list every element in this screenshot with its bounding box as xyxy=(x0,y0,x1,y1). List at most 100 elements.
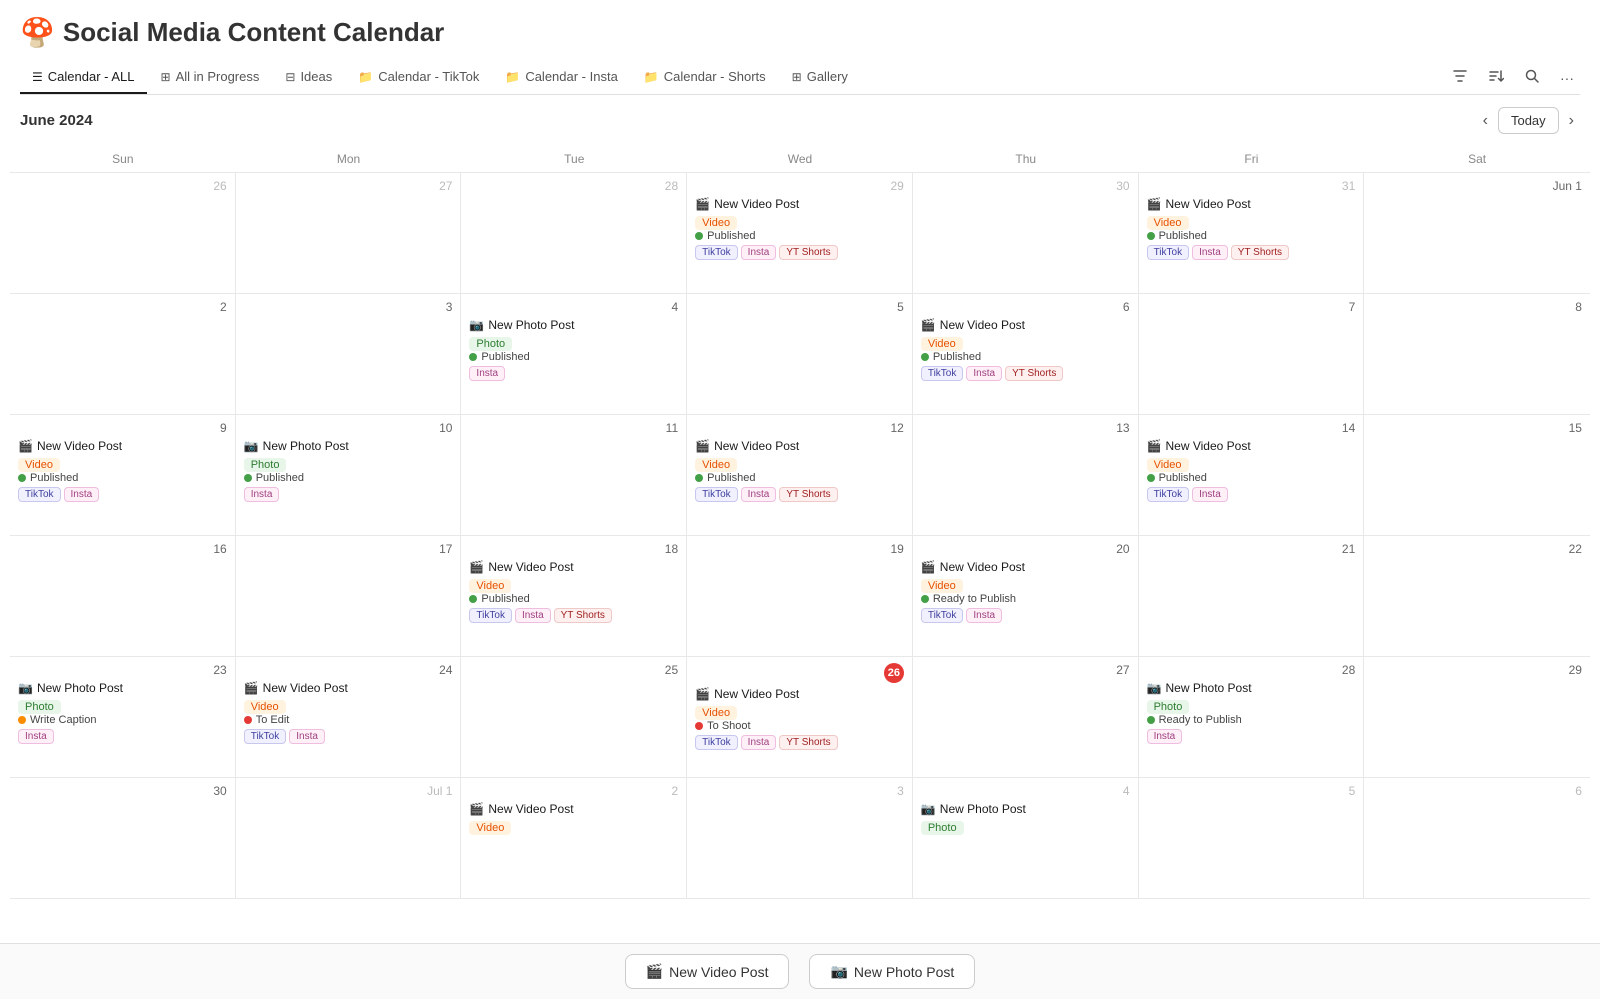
calendar-cell-4-2[interactable]: 25 xyxy=(461,657,687,777)
calendar-cell-2-5[interactable]: 14🎬New Video PostVideoPublishedTikTokIns… xyxy=(1139,415,1365,535)
platform-tag: TikTok xyxy=(1147,245,1190,260)
prev-month-button[interactable]: ‹ xyxy=(1477,108,1494,134)
calendar-cell-5-0[interactable]: 30 xyxy=(10,778,236,898)
calendar-cell-1-2[interactable]: 4📷New Photo PostPhotoPublishedInsta xyxy=(461,294,687,414)
calendar-cell-1-3[interactable]: 5 xyxy=(687,294,913,414)
event-card[interactable]: 🎬New Video PostVideoPublishedTikTokInsta… xyxy=(695,197,904,260)
platform-tags: Insta xyxy=(244,487,453,502)
status-text: Published xyxy=(1159,472,1207,484)
tab-calendar-tiktok-label: Calendar - TikTok xyxy=(378,69,479,84)
calendar-cell-0-4[interactable]: 30 xyxy=(913,173,1139,293)
event-title: 📷New Photo Post xyxy=(469,318,678,332)
day-number: 29 xyxy=(695,179,904,193)
calendar-cell-1-0[interactable]: 2 xyxy=(10,294,236,414)
search-icon xyxy=(1524,68,1540,84)
filter-button[interactable] xyxy=(1446,64,1474,91)
status-dot xyxy=(1147,232,1155,240)
event-card[interactable]: 🎬New Video PostVideoReady to PublishTikT… xyxy=(921,560,1130,623)
calendar-cell-0-5[interactable]: 31🎬New Video PostVideoPublishedTikTokIns… xyxy=(1139,173,1365,293)
event-card[interactable]: 🎬New Video PostVideoPublishedTikTokInsta xyxy=(18,439,227,502)
event-title-text: New Video Post xyxy=(940,318,1025,332)
new-video-post-button[interactable]: 🎬 New Video Post xyxy=(625,954,790,989)
event-card[interactable]: 📷New Photo PostPhotoReady to PublishInst… xyxy=(1147,681,1356,744)
calendar-cell-3-4[interactable]: 20 🎬New Video PostVideoReady to PublishTi… xyxy=(913,536,1139,656)
calendar-row-0: 2627 28 29 🎬New Video PostVideoPublishedTik… xyxy=(10,173,1590,294)
tab-gallery-label: Gallery xyxy=(807,69,848,84)
event-card[interactable]: 🎬New Video PostVideoPublishedTikTokInsta… xyxy=(1147,197,1356,260)
more-options-button[interactable]: ··· xyxy=(1554,66,1580,90)
tab-ideas[interactable]: ⊟ Ideas xyxy=(273,61,344,94)
tab-calendar-all[interactable]: ☰ Calendar - ALL xyxy=(20,61,147,94)
event-card[interactable]: 🎬New Video PostVideoTo EditTikTokInsta xyxy=(244,681,453,744)
calendar-cell-0-1[interactable]: 27 xyxy=(236,173,462,293)
calendar-cell-5-5[interactable]: 5 xyxy=(1139,778,1365,898)
event-card[interactable]: 📷New Photo PostPhotoPublishedInsta xyxy=(469,318,678,381)
event-card[interactable]: 🎬New Video PostVideoPublishedTikTokInsta… xyxy=(921,318,1130,381)
calendar-cell-1-1[interactable]: 3 xyxy=(236,294,462,414)
calendar-cell-2-3[interactable]: 12🎬New Video PostVideoPublishedTikTokIns… xyxy=(687,415,913,535)
calendar-cell-1-5[interactable]: 7 xyxy=(1139,294,1365,414)
event-card[interactable]: 🎬New Video PostVideoPublishedTikTokInsta… xyxy=(695,439,904,502)
tab-all-in-progress[interactable]: ⊞ All in Progress xyxy=(149,61,272,94)
platform-tags: TikTokInstaYT Shorts xyxy=(1147,245,1356,260)
day-number: 30 xyxy=(921,179,1130,193)
calendar-cell-3-1[interactable]: 17 xyxy=(236,536,462,656)
status-dot xyxy=(244,474,252,482)
day-number: 28 xyxy=(469,179,678,193)
calendar-cell-3-0[interactable]: 16 xyxy=(10,536,236,656)
calendar-cell-0-3[interactable]: 29 🎬New Video PostVideoPublishedTikTokIns… xyxy=(687,173,913,293)
calendar-cell-3-3[interactable]: 19 xyxy=(687,536,913,656)
calendar-cell-1-4[interactable]: 6🎬New Video PostVideoPublishedTikTokInst… xyxy=(913,294,1139,414)
event-emoji: 🎬 xyxy=(921,560,936,574)
status-text: Ready to Publish xyxy=(933,593,1016,605)
event-card[interactable]: 🎬New Video PostVideo xyxy=(469,802,678,835)
platform-tag: YT Shorts xyxy=(1005,366,1063,381)
event-title-text: New Video Post xyxy=(714,687,799,701)
event-card[interactable]: 🎬New Video PostVideoPublishedTikTokInsta xyxy=(1147,439,1356,502)
calendar-cell-5-3[interactable]: 3 xyxy=(687,778,913,898)
event-type-tag: Video xyxy=(921,579,963,593)
event-card[interactable]: 📷New Photo PostPhotoWrite CaptionInsta xyxy=(18,681,227,744)
day-number: 20 xyxy=(921,542,1130,556)
tab-gallery[interactable]: ⊞ Gallery xyxy=(780,61,860,94)
calendar-cell-5-4[interactable]: 4📷New Photo PostPhoto xyxy=(913,778,1139,898)
new-photo-post-button[interactable]: 📷 New Photo Post xyxy=(809,954,975,989)
calendar-cell-2-4[interactable]: 13 xyxy=(913,415,1139,535)
today-button[interactable]: Today xyxy=(1498,107,1559,134)
status-dot xyxy=(469,353,477,361)
event-title-text: New Video Post xyxy=(488,560,573,574)
platform-tags: TikTokInstaYT Shorts xyxy=(695,735,904,750)
calendar-cell-2-1[interactable]: 10📷New Photo PostPhotoPublishedInsta xyxy=(236,415,462,535)
calendar-cell-0-6[interactable]: Jun 1 xyxy=(1364,173,1590,293)
calendar-cell-1-6[interactable]: 8 xyxy=(1364,294,1590,414)
calendar-cell-2-2[interactable]: 11 xyxy=(461,415,687,535)
calendar-row-3: 161718🎬New Video PostVideoPublishedTikTo… xyxy=(10,536,1590,657)
tab-calendar-shorts[interactable]: 📁 Calendar - Shorts xyxy=(632,61,778,94)
calendar-cell-5-2[interactable]: 2🎬New Video PostVideo xyxy=(461,778,687,898)
next-month-button[interactable]: › xyxy=(1563,108,1580,134)
calendar-cell-5-6[interactable]: 6 xyxy=(1364,778,1590,898)
event-card[interactable]: 🎬New Video PostVideoPublishedTikTokInsta… xyxy=(469,560,678,623)
event-card[interactable]: 📷New Photo PostPhoto xyxy=(921,802,1130,835)
calendar-cell-4-3[interactable]: 26🎬New Video PostVideoTo ShootTikTokInst… xyxy=(687,657,913,777)
calendar-cell-4-1[interactable]: 24🎬New Video PostVideoTo EditTikTokInsta xyxy=(236,657,462,777)
search-button[interactable] xyxy=(1518,64,1546,91)
calendar-cell-3-5[interactable]: 21 xyxy=(1139,536,1365,656)
sort-button[interactable] xyxy=(1482,64,1510,91)
calendar-cell-3-2[interactable]: 18🎬New Video PostVideoPublishedTikTokIns… xyxy=(461,536,687,656)
event-status-row: Published xyxy=(469,593,678,605)
event-card[interactable]: 📷New Photo PostPhotoPublishedInsta xyxy=(244,439,453,502)
calendar-cell-4-0[interactable]: 23📷New Photo PostPhotoWrite CaptionInsta xyxy=(10,657,236,777)
calendar-cell-2-0[interactable]: 9🎬New Video PostVideoPublishedTikTokInst… xyxy=(10,415,236,535)
tab-calendar-tiktok[interactable]: 📁 Calendar - TikTok xyxy=(346,61,491,94)
event-card[interactable]: 🎬New Video PostVideoTo ShootTikTokInstaY… xyxy=(695,687,904,750)
calendar-cell-4-5[interactable]: 28📷New Photo PostPhotoReady to PublishIn… xyxy=(1139,657,1365,777)
tab-calendar-insta[interactable]: 📁 Calendar - Insta xyxy=(493,61,629,94)
calendar-cell-3-6[interactable]: 22 xyxy=(1364,536,1590,656)
calendar-cell-0-0[interactable]: 26 xyxy=(10,173,236,293)
calendar-cell-4-4[interactable]: 27 xyxy=(913,657,1139,777)
calendar-cell-5-1[interactable]: Jul 1 xyxy=(236,778,462,898)
calendar-cell-0-2[interactable]: 28 xyxy=(461,173,687,293)
calendar-cell-2-6[interactable]: 15 xyxy=(1364,415,1590,535)
calendar-cell-4-6[interactable]: 29 xyxy=(1364,657,1590,777)
